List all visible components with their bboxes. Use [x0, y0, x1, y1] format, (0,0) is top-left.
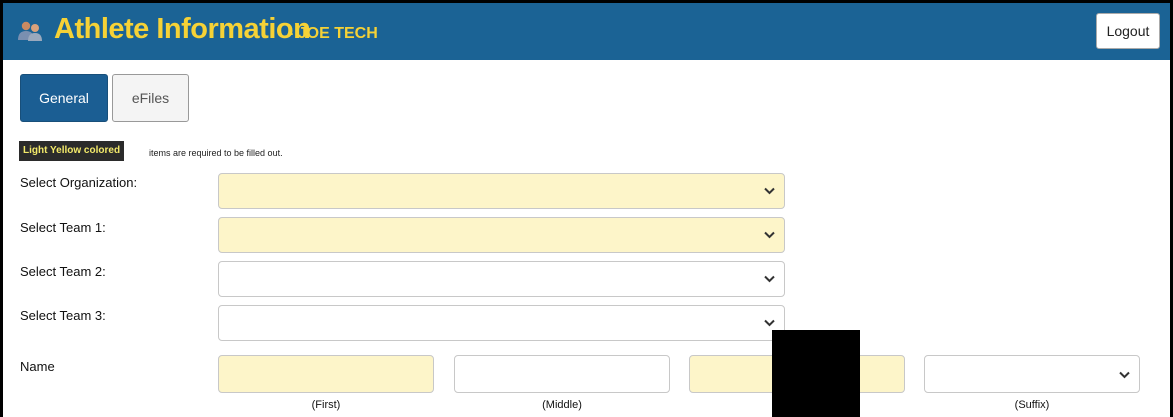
header-bar: Athlete Information - JOE TECH Logout	[3, 3, 1170, 60]
redaction-block	[772, 330, 860, 417]
team1-label: Select Team 1:	[20, 220, 106, 235]
suffix-sublabel: (Suffix)	[1014, 399, 1050, 411]
suffix-select[interactable]	[924, 355, 1140, 393]
team3-label: Select Team 3:	[20, 308, 106, 323]
required-legend-badge: Light Yellow colored	[19, 141, 125, 161]
middle-sublabel: (Middle)	[542, 399, 582, 411]
team2-select[interactable]	[218, 261, 785, 297]
organization-label: Select Organization:	[20, 175, 138, 190]
page: Athlete Information - JOE TECH Logout Ge…	[3, 3, 1170, 417]
chevron-down-icon	[1119, 371, 1130, 379]
team2-label: Select Team 2:	[20, 264, 106, 279]
tab-efiles[interactable]: eFiles	[112, 74, 189, 122]
user-name: - JOE TECH	[288, 25, 378, 42]
chevron-down-icon	[764, 187, 775, 195]
users-icon	[18, 21, 42, 41]
chevron-down-icon	[764, 231, 775, 239]
organization-select[interactable]	[218, 173, 785, 209]
team1-select[interactable]	[218, 217, 785, 253]
first-sublabel: (First)	[311, 399, 341, 411]
team3-select[interactable]	[218, 305, 785, 341]
logout-button[interactable]: Logout	[1096, 13, 1160, 49]
required-legend-text: items are required to be filled out.	[149, 148, 283, 158]
chevron-down-icon	[764, 319, 775, 327]
tab-general[interactable]: General	[20, 74, 108, 122]
first-name-input[interactable]	[218, 355, 434, 393]
chevron-down-icon	[764, 275, 775, 283]
middle-name-input[interactable]	[454, 355, 670, 393]
name-label: Name	[20, 359, 55, 374]
page-title: Athlete Information	[54, 13, 311, 45]
